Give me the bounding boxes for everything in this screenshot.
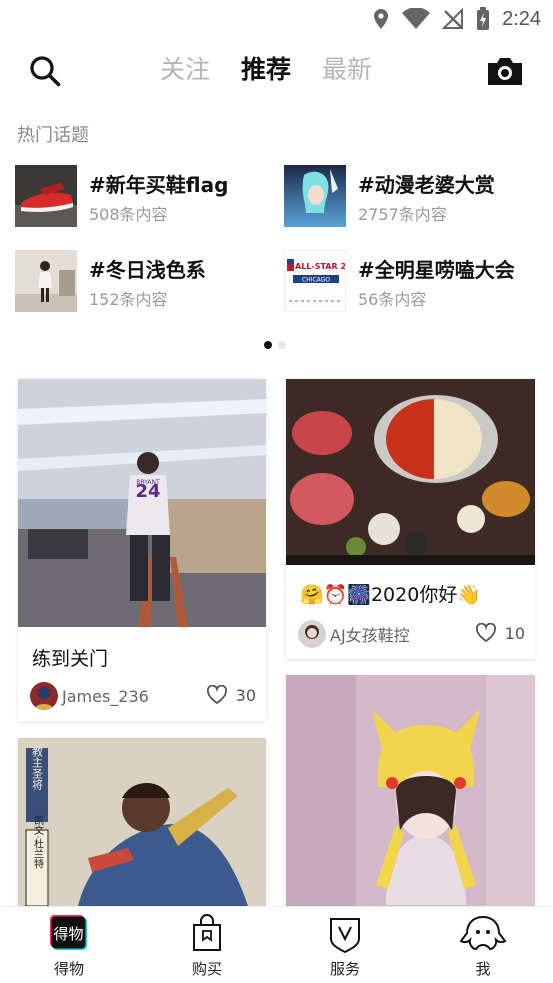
author-name: AJ女孩鞋控 [330, 626, 410, 645]
camera-icon [488, 58, 522, 85]
topic-item[interactable]: ALL-STAR 2020 CHICAGO #全明星唠嗑大会 56条内容 [284, 250, 534, 312]
post-author[interactable]: James_236 [30, 682, 149, 710]
search-button[interactable] [28, 54, 62, 88]
topic-pager [264, 341, 286, 349]
topic-count: 56条内容 [358, 290, 427, 309]
post-image: 教主圣将 凯文·杜兰特 [18, 738, 266, 906]
topic-title: #全明星唠嗑大会 [358, 258, 515, 282]
post-image [286, 675, 535, 906]
status-time: 2:24 [502, 7, 541, 30]
dewu-logo-icon: 得物 [50, 915, 87, 950]
post-text: 练到关门 [32, 648, 109, 670]
topic-item[interactable]: #冬日浅色系 152条内容 [15, 250, 265, 312]
top-nav: 关注 推荐 最新 [0, 42, 553, 100]
avatar [30, 682, 58, 710]
topic-count: 152条内容 [89, 290, 168, 309]
topic-item[interactable]: #新年买鞋flag 508条内容 [15, 165, 265, 227]
dewu-logo-text: 得物 [53, 925, 83, 943]
service-shield-icon [330, 918, 360, 953]
art-name-text: 凯文·杜兰特 [32, 814, 44, 868]
topic-title: #冬日浅色系 [89, 258, 206, 282]
heart-icon [475, 623, 496, 643]
nav-tab-dewu[interactable]: 得物 得物 [24, 913, 114, 979]
feed-card[interactable]: 教主圣将 凯文·杜兰特 [18, 738, 266, 906]
avatar [298, 620, 326, 648]
search-icon [30, 56, 61, 87]
nav-tab-buy[interactable]: 购买 [162, 913, 252, 979]
topic-count: 508条内容 [89, 205, 168, 224]
post-image: 24 BRYANT [18, 379, 266, 627]
like-count: 10 [504, 623, 525, 643]
author-name: James_236 [62, 686, 149, 706]
topic-title: #新年买鞋flag [89, 173, 229, 197]
topic-count: 2757条内容 [358, 205, 447, 224]
bottom-tab-bar: 得物 得物 购买 服务 我 [0, 906, 553, 983]
nav-tab-label: 我 [475, 960, 491, 978]
like-button[interactable]: 10 [475, 623, 525, 643]
location-icon [374, 9, 389, 29]
tab-latest[interactable]: 最新 [322, 50, 372, 90]
feed-card[interactable]: 🤗⏰🎆2020你好👋 AJ女孩鞋控 10 [286, 379, 535, 659]
jersey-name: BRYANT [136, 479, 160, 486]
like-count: 30 [235, 685, 256, 705]
topic-thumbnail [15, 165, 77, 227]
nav-tab-label: 购买 [191, 960, 222, 978]
post-author[interactable]: AJ女孩鞋控 [298, 620, 410, 648]
tab-following[interactable]: 关注 [160, 50, 210, 90]
nav-tab-label: 服务 [329, 960, 360, 978]
hot-topics-title: 热门话题 [17, 125, 89, 146]
shopping-bag-icon [193, 914, 221, 951]
topic-thumbnail: ALL-STAR 2020 CHICAGO [284, 250, 346, 312]
allstar-city-text: CHICAGO [302, 277, 330, 284]
allstar-logo-text: ALL-STAR 2020 [295, 262, 346, 271]
pager-dot-active [264, 341, 272, 349]
nav-tab-label: 得物 [53, 960, 84, 978]
feed-tabs: 关注 推荐 最新 [160, 50, 372, 90]
tab-recommended[interactable]: 推荐 [241, 50, 291, 90]
heart-icon [206, 685, 227, 705]
topic-item[interactable]: #动漫老婆大赏 2757条内容 [284, 165, 534, 227]
post-image [286, 379, 535, 565]
wifi-icon [402, 8, 431, 29]
topic-title: #动漫老婆大赏 [358, 173, 495, 197]
feed-card[interactable] [286, 675, 535, 906]
profile-icon [459, 915, 507, 951]
topic-thumbnail [15, 250, 77, 312]
post-text: 🤗⏰🎆2020你好👋 [300, 584, 481, 606]
topic-thumbnail [284, 165, 346, 227]
no-signal-icon [442, 8, 464, 29]
status-bar: 2:24 [0, 0, 553, 38]
feed-card[interactable]: 24 BRYANT 练到关门 James_236 30 [18, 379, 266, 721]
nav-tab-me[interactable]: 我 [438, 913, 528, 979]
art-title-text: 教主圣将 [31, 746, 44, 790]
nav-tab-service[interactable]: 服务 [300, 913, 390, 979]
camera-button[interactable] [486, 55, 524, 87]
battery-charging-icon [477, 7, 490, 30]
pager-dot [278, 341, 286, 349]
like-button[interactable]: 30 [206, 685, 256, 705]
